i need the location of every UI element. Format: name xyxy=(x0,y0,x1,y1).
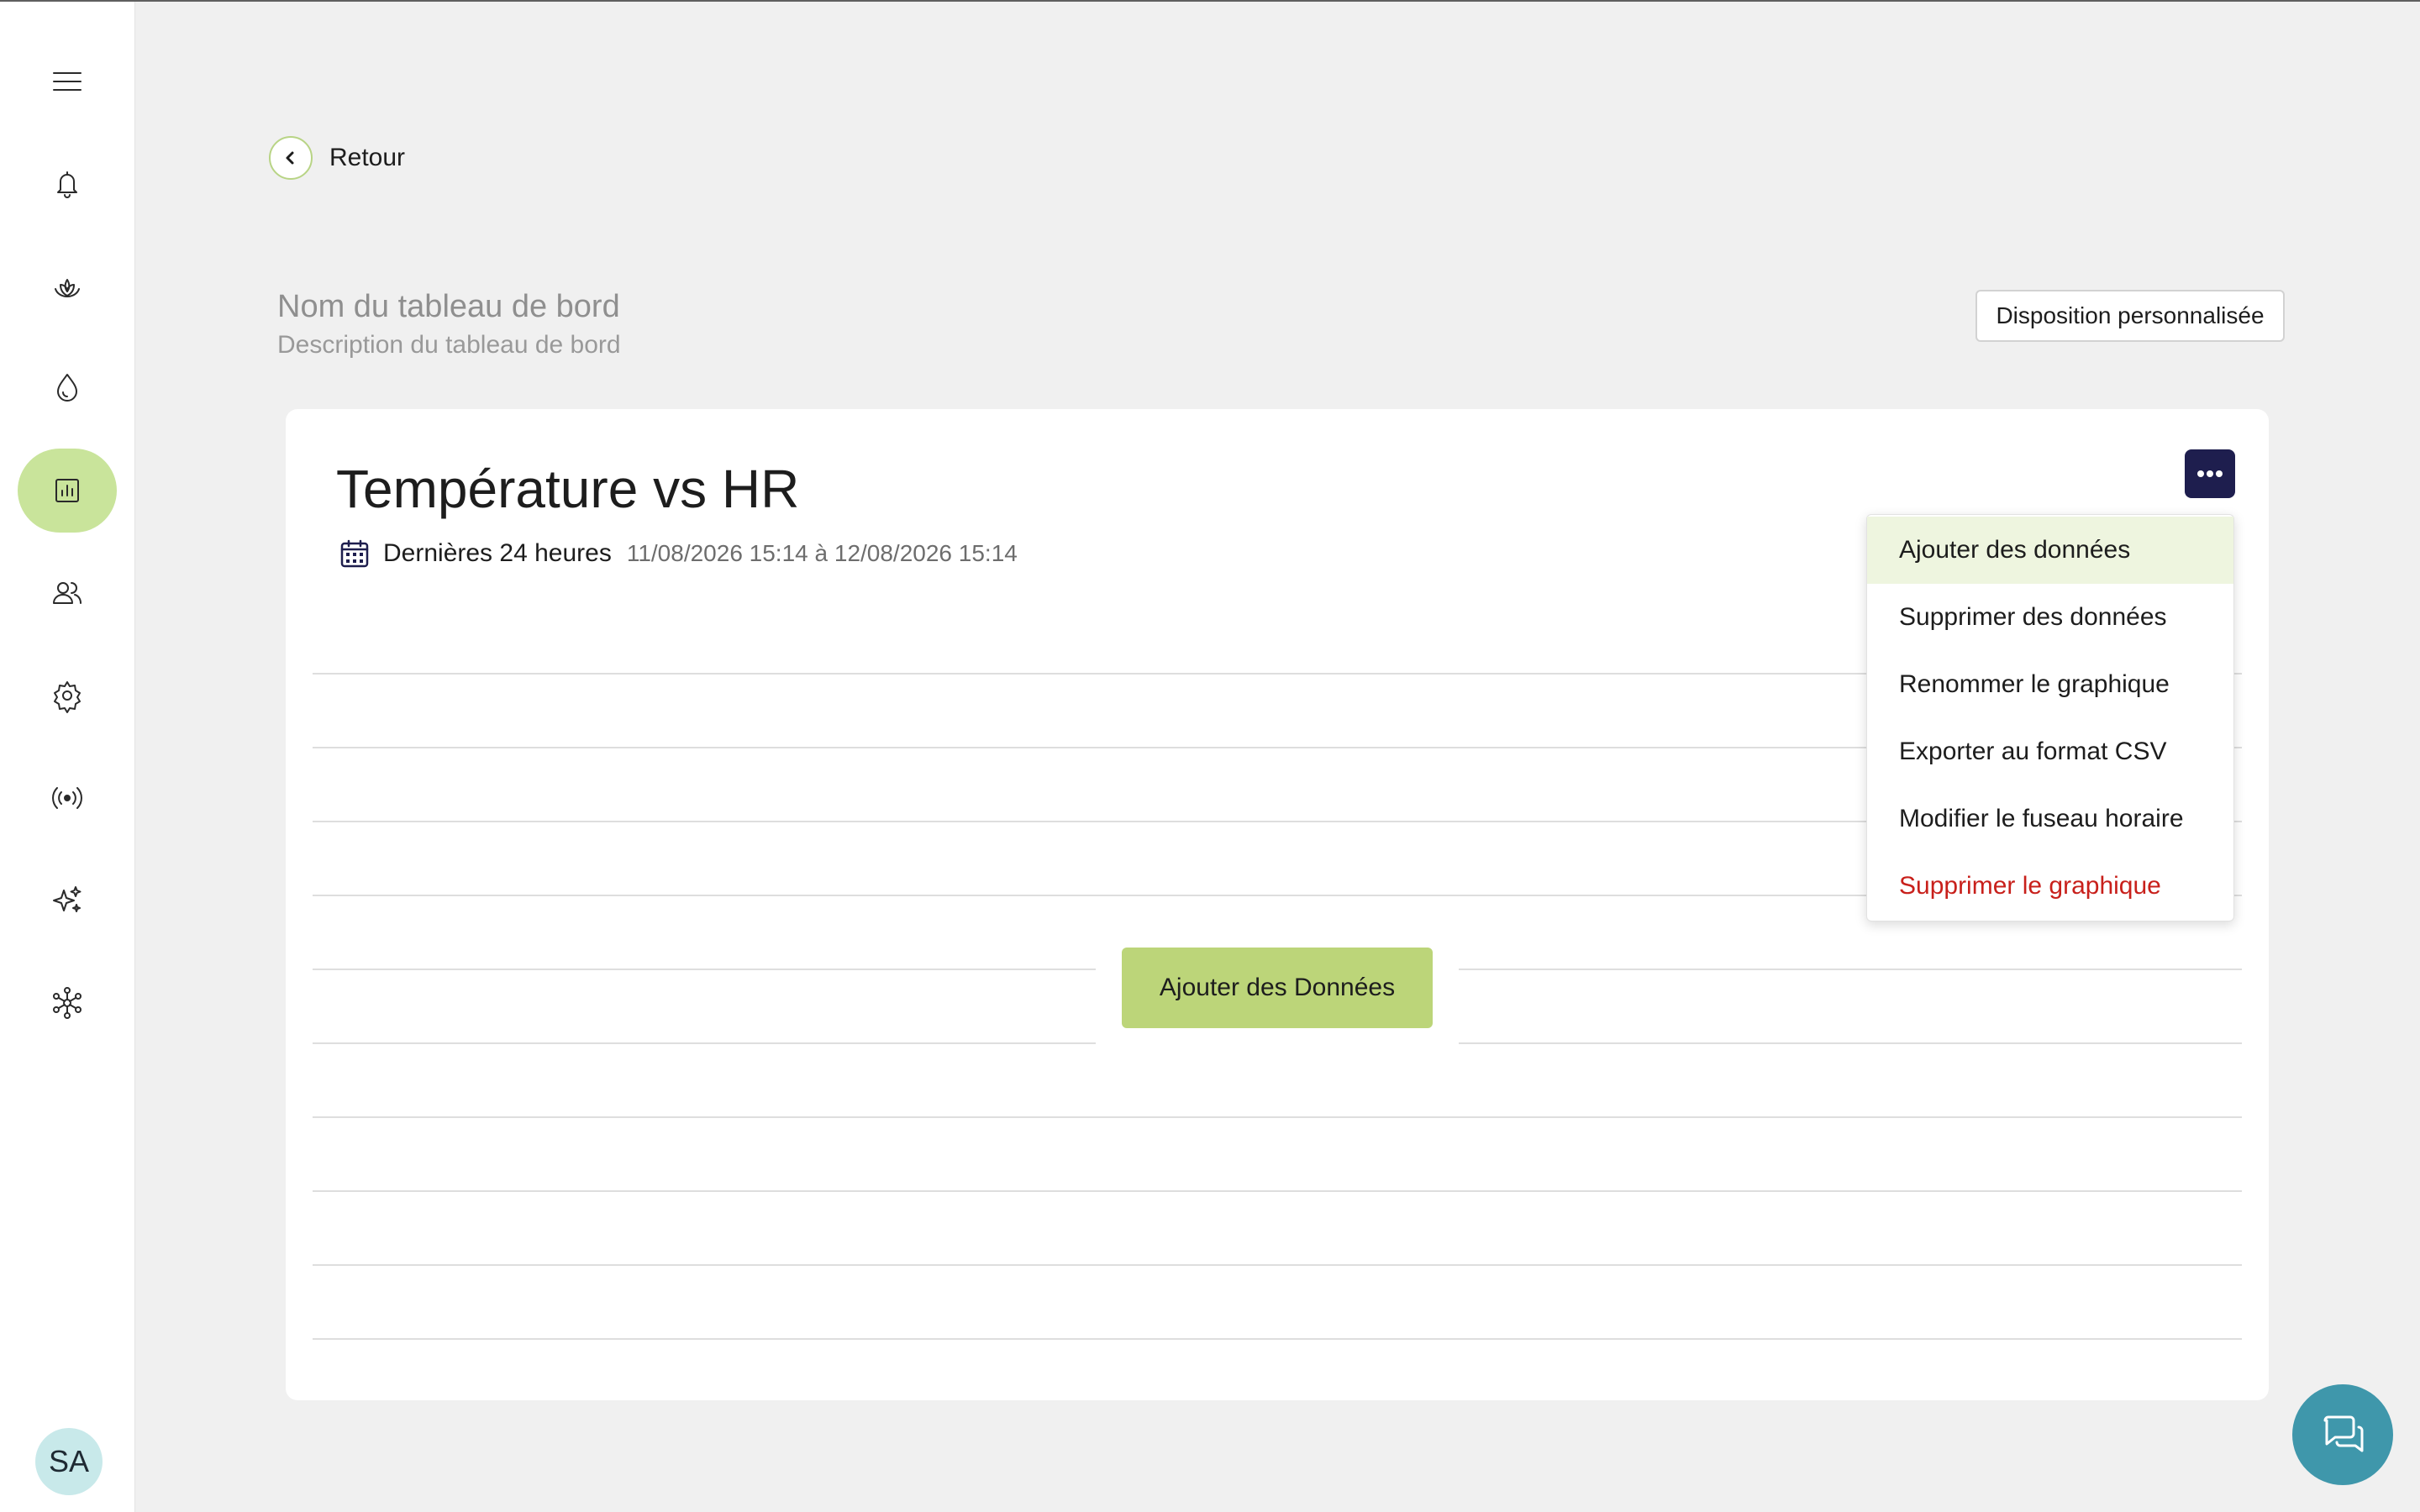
window-top-border xyxy=(0,0,2420,2)
time-range-label: Dernières 24 heures xyxy=(383,539,612,567)
calendar-icon xyxy=(340,539,369,568)
sparkles-icon xyxy=(53,886,82,912)
gridline xyxy=(313,1264,2242,1266)
add-data-button[interactable]: Ajouter des Données xyxy=(1122,948,1433,1028)
menu-item-remove-data[interactable]: Supprimer des données xyxy=(1867,584,2233,651)
sidebar-item-ai[interactable] xyxy=(18,858,117,942)
sidebar-item-sensors[interactable] xyxy=(18,756,117,840)
more-icon xyxy=(2197,470,2223,477)
network-icon xyxy=(53,987,82,1019)
sidebar-item-crops[interactable] xyxy=(18,244,117,328)
custom-layout-button[interactable]: Disposition personnalisée xyxy=(1975,290,2285,342)
sidebar-item-integrations[interactable] xyxy=(18,961,117,1045)
sidebar: SA xyxy=(0,2,135,1512)
gridline xyxy=(313,1042,1096,1044)
time-range-dates: 11/08/2026 15:14 à 12/08/2026 15:14 xyxy=(626,540,1018,566)
dashboard-name[interactable]: Nom du tableau de bord xyxy=(277,289,620,325)
chevron-left-icon xyxy=(286,151,294,165)
back-circle xyxy=(269,136,313,180)
more-options-button[interactable] xyxy=(2185,449,2235,498)
chart-icon xyxy=(55,479,79,502)
broadcast-icon xyxy=(52,787,82,809)
sidebar-item-users[interactable] xyxy=(18,551,117,635)
gridline xyxy=(1459,1042,2242,1044)
time-range[interactable]: Dernières 24 heures 11/08/2026 15:14 à 1… xyxy=(339,535,1018,572)
back-label: Retour xyxy=(329,144,406,171)
gear-icon xyxy=(54,681,81,713)
dashboard-description[interactable]: Description du tableau de bord xyxy=(277,331,621,360)
sidebar-item-settings[interactable] xyxy=(18,654,117,738)
sidebar-menu-toggle[interactable] xyxy=(18,39,117,123)
sidebar-item-notifications[interactable] xyxy=(18,141,117,225)
water-drop-icon xyxy=(57,374,77,402)
sidebar-item-charts[interactable] xyxy=(18,449,117,533)
chat-icon xyxy=(2323,1415,2364,1452)
gridline xyxy=(313,1190,2242,1192)
gridline xyxy=(313,969,1096,970)
menu-item-export-csv[interactable]: Exporter au format CSV xyxy=(1867,718,2233,785)
chat-button[interactable] xyxy=(2292,1384,2393,1485)
chart-options-menu: Ajouter des données Supprimer des donnée… xyxy=(1866,514,2234,921)
gridline xyxy=(313,1116,2242,1118)
gridline xyxy=(313,1338,2242,1340)
plant-icon xyxy=(55,279,80,297)
sidebar-item-irrigation[interactable] xyxy=(18,346,117,430)
chart-title: Température vs HR xyxy=(336,459,800,519)
menu-item-delete-chart[interactable]: Supprimer le graphique xyxy=(1867,853,2233,920)
avatar[interactable]: SA xyxy=(35,1428,103,1495)
menu-item-add-data[interactable]: Ajouter des données xyxy=(1867,517,2233,584)
menu-item-change-timezone[interactable]: Modifier le fuseau horaire xyxy=(1867,785,2233,853)
gridline xyxy=(1459,969,2242,970)
users-icon xyxy=(53,582,82,604)
bell-icon xyxy=(57,171,77,198)
back-button[interactable]: Retour xyxy=(269,134,405,181)
menu-item-rename-chart[interactable]: Renommer le graphique xyxy=(1867,651,2233,718)
menu-icon xyxy=(53,72,82,91)
